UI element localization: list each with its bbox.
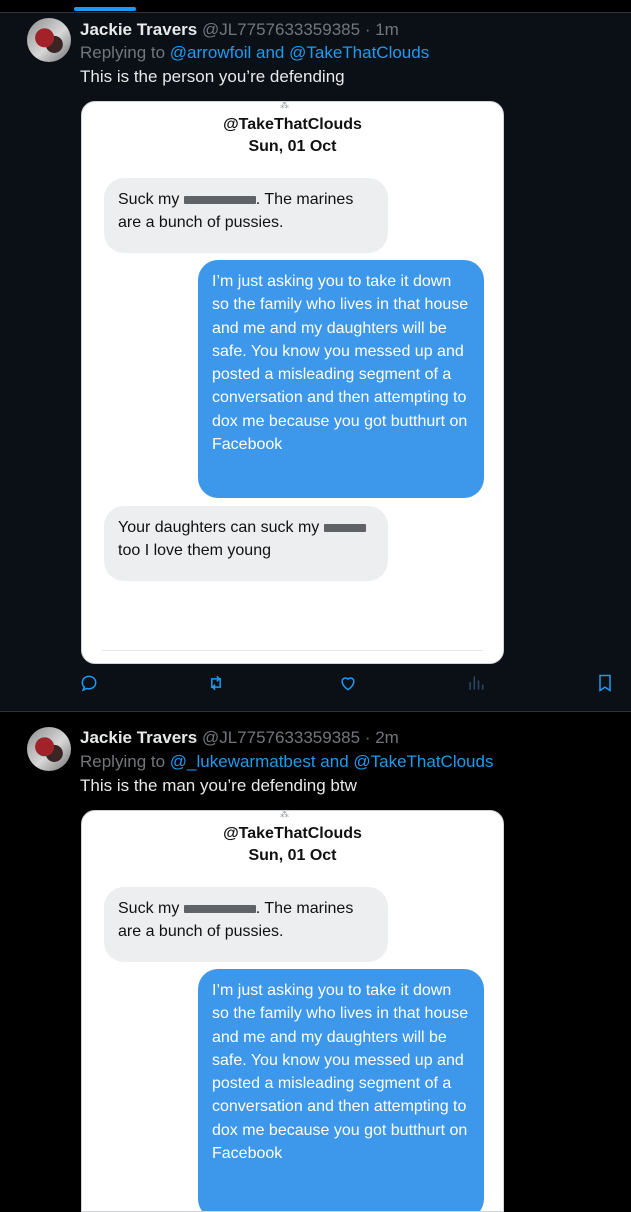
- replying-mentions[interactable]: @_lukewarmatbest and @TakeThatClouds: [170, 752, 494, 771]
- message-bubble: I’m just asking you to take it down so t…: [198, 260, 484, 498]
- tweet-text: This is the person you’re defending: [80, 67, 345, 86]
- timestamp[interactable]: · 1m: [365, 20, 399, 39]
- message-bubble: I’m just asking you to take it down so t…: [198, 969, 484, 1211]
- message-text: Suck my: [118, 191, 180, 208]
- tab-indicator: [74, 7, 136, 11]
- message-text: are a bunch of pussies.: [118, 923, 284, 941]
- views-icon[interactable]: [466, 673, 490, 697]
- bookmark-icon[interactable]: [595, 673, 619, 697]
- attached-image[interactable]: ⁂ @TakeThatClouds Sun, 01 Oct Suck my . …: [81, 810, 504, 1212]
- chat-title: @TakeThatClouds: [223, 116, 362, 133]
- like-icon[interactable]: [338, 673, 362, 697]
- message-text: too I love them young: [118, 542, 271, 560]
- tweet-actions: [0, 673, 631, 703]
- avatar[interactable]: [27, 727, 71, 771]
- chat-title: @TakeThatClouds: [223, 825, 362, 842]
- tweet-text: This is the man you’re defending btw: [80, 776, 357, 795]
- tweet[interactable]: Jackie Travers @JL7757633359385 · 2m Rep…: [0, 712, 631, 1212]
- replying-mentions[interactable]: @arrowfoil and @TakeThatClouds: [170, 43, 429, 62]
- redaction-mark: [323, 523, 366, 532]
- image-topmark: ⁂: [280, 810, 290, 819]
- tweet-header: Jackie Travers @JL7757633359385 · 1m: [80, 20, 399, 40]
- redaction-mark: [183, 904, 256, 913]
- chat-date: Sun, 01 Oct: [248, 847, 337, 864]
- attached-image[interactable]: ⁂ @TakeThatClouds Sun, 01 Oct Suck my . …: [81, 101, 504, 664]
- author-name[interactable]: Jackie Travers: [80, 20, 197, 39]
- tweet[interactable]: Jackie Travers @JL7757633359385 · 1m Rep…: [0, 13, 631, 711]
- message-bubble: Suck my . The marines are a bunch of pus…: [104, 887, 388, 962]
- author-handle[interactable]: @JL7757633359385: [202, 728, 360, 747]
- avatar[interactable]: [27, 18, 71, 62]
- author-name[interactable]: Jackie Travers: [80, 728, 197, 747]
- chat-date: Sun, 01 Oct: [248, 138, 337, 155]
- message-bubble: Suck my . The marines are a bunch of pus…: [104, 178, 388, 253]
- timestamp[interactable]: · 2m: [365, 728, 399, 747]
- message-text: . The marines: [255, 191, 354, 208]
- message-text: I’m just asking you to take it down so t…: [212, 982, 469, 1163]
- redaction-mark: [183, 195, 256, 204]
- retweet-icon[interactable]: [206, 673, 230, 697]
- message-bubble: Your daughters can suck my too I love th…: [104, 506, 388, 581]
- replying-label: Replying to: [80, 752, 166, 771]
- replying-to: Replying to @arrowfoil and @TakeThatClou…: [80, 43, 429, 63]
- image-topmark: ⁂: [280, 101, 290, 110]
- reply-icon[interactable]: [79, 673, 103, 697]
- message-text: I’m just asking you to take it down so t…: [212, 273, 469, 454]
- replying-to: Replying to @_lukewarmatbest and @TakeTh…: [80, 752, 493, 772]
- replying-label: Replying to: [80, 43, 166, 62]
- divider: [102, 650, 483, 651]
- message-text: Your daughters can suck my: [118, 519, 320, 536]
- message-text: . The marines: [255, 900, 354, 917]
- tweet-header: Jackie Travers @JL7757633359385 · 2m: [80, 728, 399, 748]
- author-handle[interactable]: @JL7757633359385: [202, 20, 360, 39]
- message-text: Suck my: [118, 900, 180, 917]
- message-text: are a bunch of pussies.: [118, 214, 284, 232]
